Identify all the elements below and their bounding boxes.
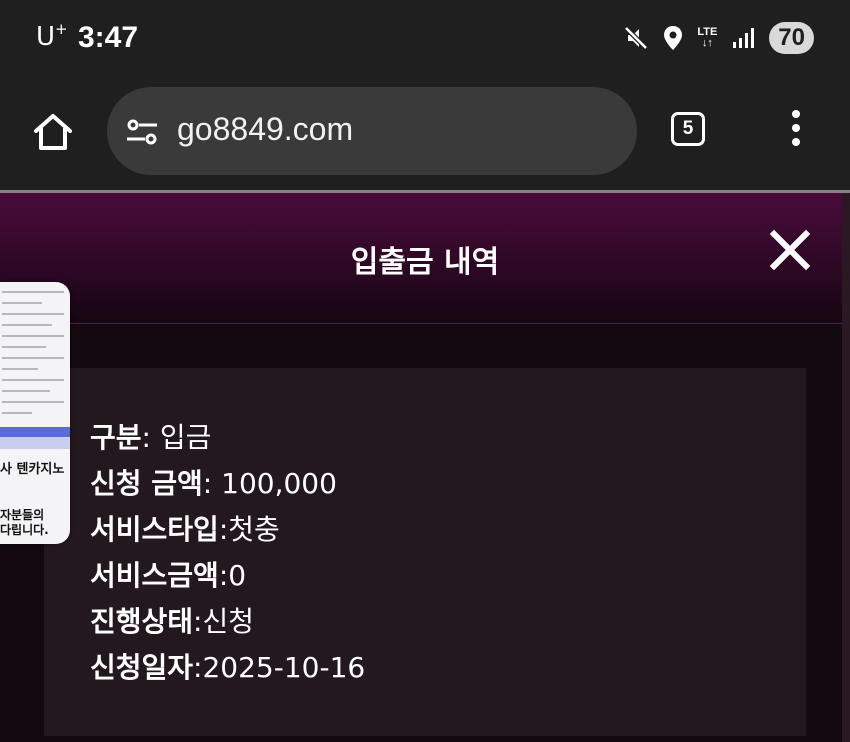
battery-indicator: 70 bbox=[769, 22, 814, 54]
thumbnail-text-lines bbox=[0, 291, 70, 414]
scroll-edge bbox=[842, 193, 850, 742]
status-bar: U+ 3:47 LTE ↓↑ 70 bbox=[0, 0, 850, 82]
mute-icon bbox=[624, 26, 649, 50]
detail-row-date: 신청일자:2025-10-16 bbox=[90, 651, 366, 684]
thumbnail-caption-2: 자분들의 다립니다. bbox=[0, 508, 49, 537]
detail-row-service-amount: 서비스금액:0 bbox=[90, 559, 247, 592]
home-icon[interactable] bbox=[30, 110, 76, 156]
detail-row-type: 구분: 입금 bbox=[90, 421, 212, 454]
location-icon bbox=[664, 26, 683, 50]
modal-header: 입출금 내역 bbox=[0, 193, 850, 324]
thumbnail-button bbox=[0, 437, 70, 449]
thumbnail-bar bbox=[0, 427, 70, 437]
signal-icon bbox=[733, 28, 755, 48]
more-menu-icon[interactable] bbox=[786, 110, 806, 150]
close-icon[interactable] bbox=[768, 228, 812, 272]
carrier-label: U+ bbox=[36, 20, 68, 52]
detail-row-service-type: 서비스타입:첫충 bbox=[90, 513, 280, 546]
thumbnail-caption: 사 텐카지노 bbox=[0, 462, 65, 477]
lte-indicator: LTE ↓↑ bbox=[697, 26, 718, 49]
site-settings-icon[interactable] bbox=[125, 117, 159, 147]
status-icons: LTE ↓↑ 70 bbox=[623, 22, 814, 54]
browser-toolbar: go8849.com 5 bbox=[0, 82, 850, 190]
transaction-details: 구분: 입금 신청 금액: 100,000 서비스타입:첫충 서비스금액:0 진… bbox=[90, 415, 365, 691]
floating-thumbnail[interactable]: 사 텐카지노 자분들의 다립니다. bbox=[0, 282, 70, 544]
detail-row-amount: 신청 금액: 100,000 bbox=[90, 467, 337, 500]
tab-switcher-button[interactable]: 5 bbox=[671, 112, 705, 146]
modal-title: 입출금 내역 bbox=[350, 245, 500, 280]
url-text[interactable]: go8849.com bbox=[177, 111, 353, 148]
detail-row-status: 진행상태:신청 bbox=[90, 605, 255, 638]
address-bar[interactable]: go8849.com bbox=[107, 87, 637, 175]
clock: 3:47 bbox=[78, 21, 139, 54]
